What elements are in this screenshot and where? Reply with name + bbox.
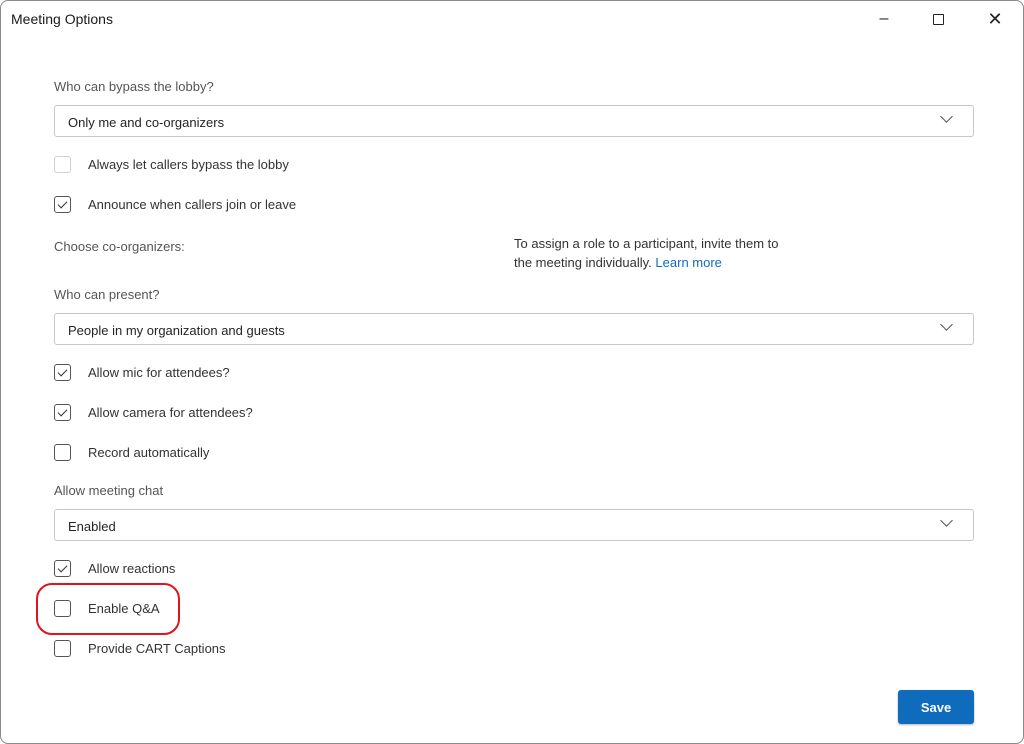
- checkbox-label: Provide CART Captions: [88, 641, 226, 656]
- maximize-icon: [932, 13, 944, 25]
- chat-value: Enabled: [68, 519, 116, 534]
- meeting-options-window: Meeting Options – ✕ Who can bypass the l…: [0, 0, 1024, 744]
- coorganizers-info: To assign a role to a participant, invit…: [514, 234, 794, 272]
- allow-mic-checkbox[interactable]: Allow mic for attendees?: [54, 364, 230, 381]
- lobby-label: Who can bypass the lobby?: [54, 79, 214, 94]
- checkbox-box: [54, 560, 71, 577]
- checkmark-icon: [57, 366, 68, 376]
- chevron-down-icon: [940, 514, 953, 527]
- present-dropdown[interactable]: People in my organization and guests: [54, 313, 974, 345]
- minimize-button[interactable]: –: [872, 7, 896, 31]
- minimize-icon: –: [879, 10, 889, 27]
- checkbox-box: [54, 196, 71, 213]
- allow-reactions-checkbox[interactable]: Allow reactions: [54, 560, 175, 577]
- coorganizers-label: Choose co-organizers:: [54, 239, 185, 254]
- checkbox-box: [54, 156, 71, 173]
- close-icon: ✕: [987, 8, 1003, 29]
- checkbox-box: [54, 364, 71, 381]
- announce-callers-checkbox[interactable]: Announce when callers join or leave: [54, 196, 296, 213]
- cart-captions-checkbox[interactable]: Provide CART Captions: [54, 640, 226, 657]
- maximize-button[interactable]: [926, 7, 950, 31]
- checkbox-label: Allow camera for attendees?: [88, 405, 253, 420]
- checkbox-label: Allow reactions: [88, 561, 176, 576]
- checkbox-box: [54, 404, 71, 421]
- checkbox-box: [54, 640, 71, 657]
- checkmark-icon: [57, 406, 68, 416]
- window-title: Meeting Options: [11, 11, 113, 27]
- close-button[interactable]: ✕: [983, 7, 1007, 31]
- present-value: People in my organization and guests: [68, 323, 285, 338]
- present-label: Who can present?: [54, 287, 160, 302]
- enable-qa-checkbox[interactable]: Enable Q&A: [54, 600, 160, 617]
- checkbox-box: [54, 600, 71, 617]
- save-button[interactable]: Save: [898, 690, 974, 724]
- record-automatically-checkbox[interactable]: Record automatically: [54, 444, 209, 461]
- checkbox-label: Allow mic for attendees?: [88, 365, 230, 380]
- lobby-dropdown[interactable]: Only me and co-organizers: [54, 105, 974, 137]
- checkbox-box: [54, 444, 71, 461]
- checkbox-label: Announce when callers join or leave: [88, 197, 297, 212]
- chat-label: Allow meeting chat: [54, 483, 164, 498]
- chevron-down-icon: [940, 318, 953, 331]
- checkbox-label: Enable Q&A: [88, 601, 160, 616]
- checkbox-label: Record automatically: [88, 445, 210, 460]
- learn-more-link[interactable]: Learn more: [655, 255, 721, 270]
- chevron-down-icon: [940, 110, 953, 123]
- always-bypass-checkbox[interactable]: Always let callers bypass the lobby: [54, 156, 289, 173]
- checkbox-label: Always let callers bypass the lobby: [88, 157, 289, 172]
- checkmark-icon: [57, 198, 68, 208]
- allow-camera-checkbox[interactable]: Allow camera for attendees?: [54, 404, 253, 421]
- info-text: To assign a role to a participant, invit…: [514, 236, 779, 270]
- chat-dropdown[interactable]: Enabled: [54, 509, 974, 541]
- lobby-value: Only me and co-organizers: [68, 115, 225, 130]
- checkmark-icon: [57, 562, 68, 572]
